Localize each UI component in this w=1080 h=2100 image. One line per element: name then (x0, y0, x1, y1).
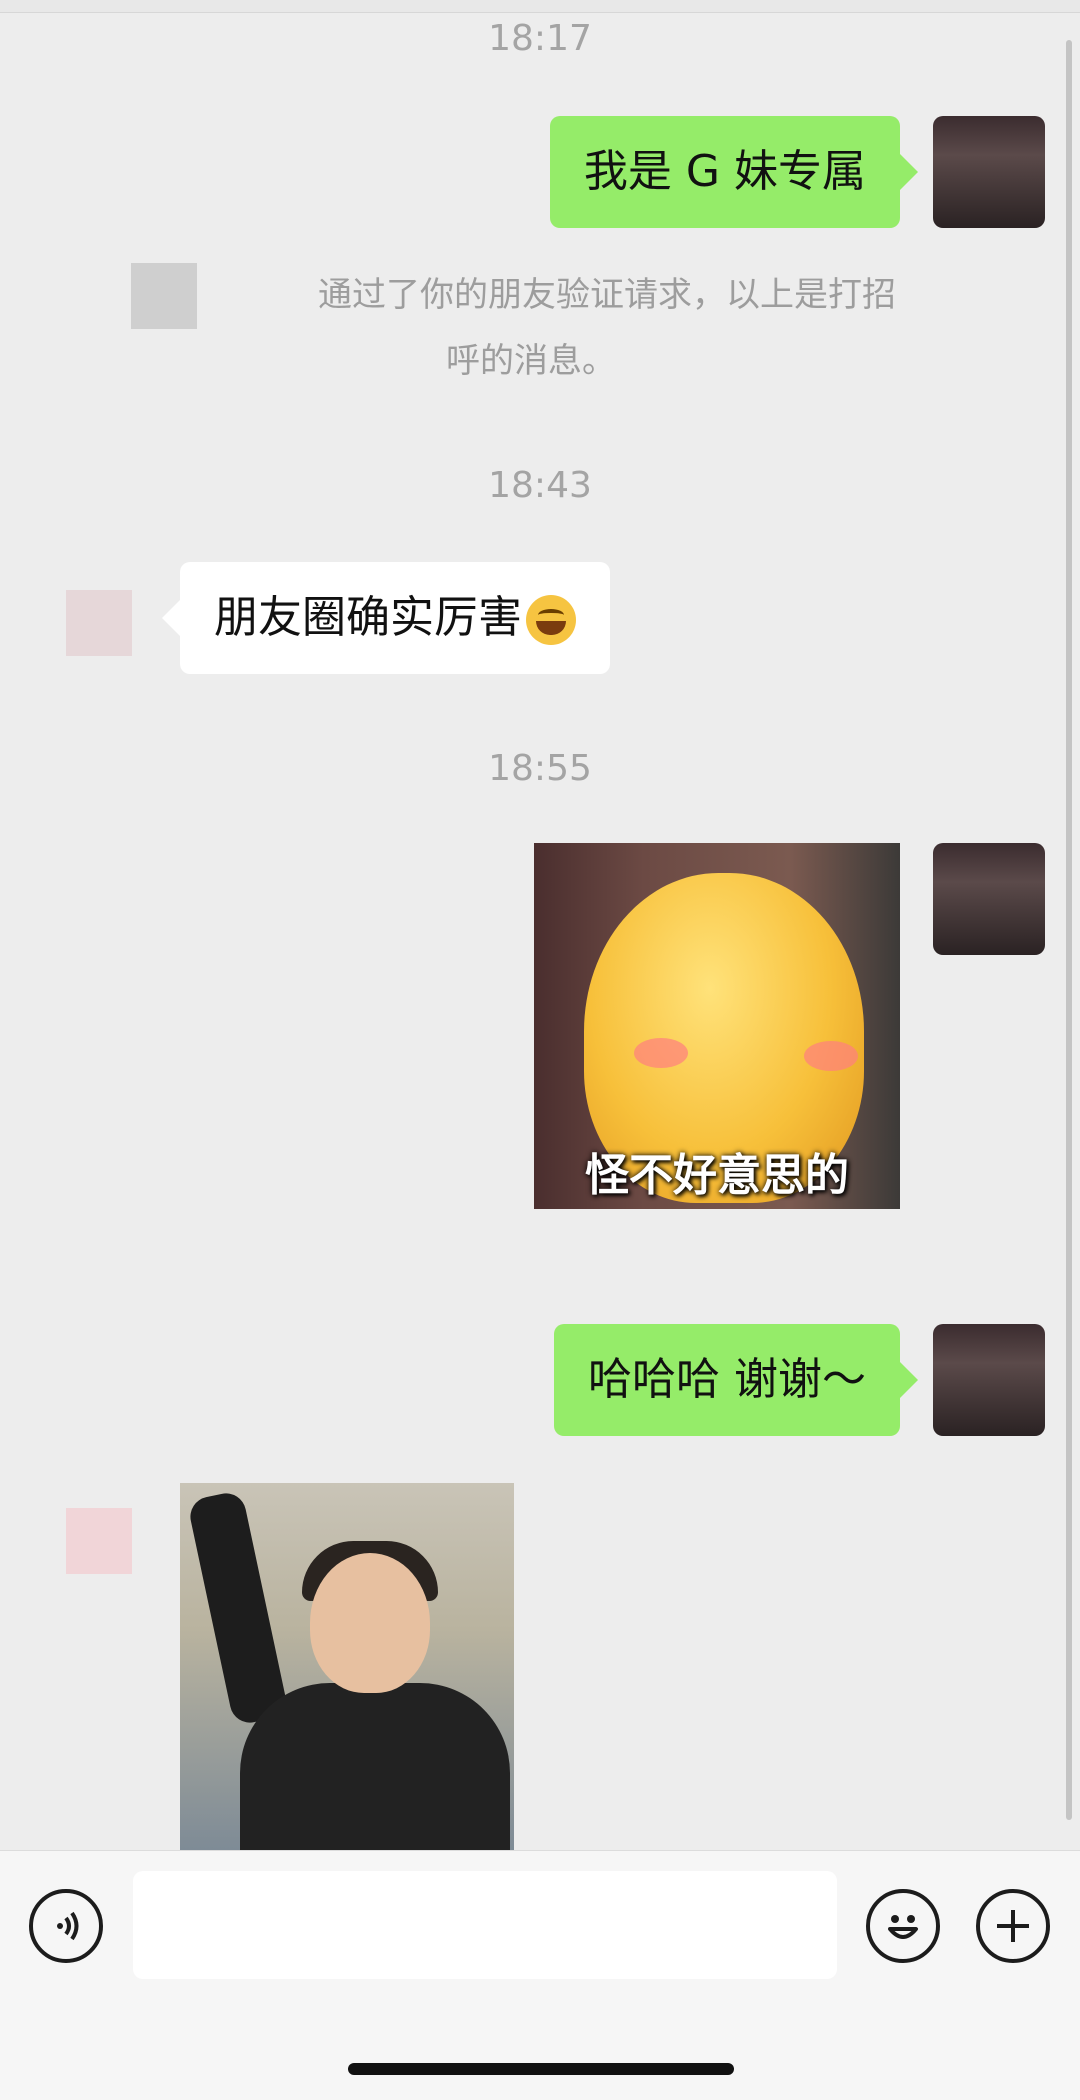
voice-icon (57, 1911, 79, 1941)
top-divider (0, 0, 1080, 13)
system-notice-line2: 呼的消息。 (446, 341, 616, 381)
plus-button[interactable] (976, 1889, 1050, 1963)
contact-avatar[interactable] (66, 1508, 132, 1574)
timestamp: 18:43 (488, 465, 592, 506)
photo-face (310, 1553, 430, 1693)
message-input[interactable] (133, 1871, 837, 1979)
sticker-blush-left (634, 1038, 688, 1068)
laughing-tears-emoji-icon (526, 595, 576, 645)
timestamp: 18:17 (488, 18, 592, 59)
smile-icon (888, 1915, 918, 1939)
sticker-message[interactable]: 怪不好意思的 (534, 843, 900, 1209)
message-text: 朋友圈确实厉害 (214, 592, 522, 643)
my-avatar[interactable] (933, 843, 1045, 955)
message-bubble-received[interactable]: 朋友圈确实厉害 (162, 562, 610, 674)
message-bubble-sent[interactable]: 我是 G 妹专属 (549, 116, 919, 228)
timestamp: 18:55 (488, 748, 592, 789)
sticker-caption: 怪不好意思的 (585, 1150, 849, 1201)
message-text: 哈哈哈 谢谢～ (588, 1354, 866, 1405)
home-indicator[interactable] (348, 2063, 734, 2075)
scrollbar[interactable] (1066, 40, 1072, 1820)
my-avatar[interactable] (933, 116, 1045, 228)
sticker-blush-right (804, 1041, 858, 1071)
message-bubble-sent[interactable]: 哈哈哈 谢谢～ (554, 1324, 918, 1436)
image-message[interactable] (180, 1483, 514, 1850)
message-text: 我是 G 妹专属 (583, 146, 866, 197)
contact-avatar-blurred (131, 263, 197, 329)
contact-avatar[interactable] (66, 590, 132, 656)
photo-arm (186, 1489, 290, 1727)
voice-button[interactable] (29, 1889, 103, 1963)
my-avatar[interactable] (933, 1324, 1045, 1436)
photo-body (240, 1683, 510, 1850)
plus-icon (997, 1910, 1029, 1942)
emoji-button[interactable] (866, 1889, 940, 1963)
system-notice-line1: 通过了你的朋友验证请求，以上是打招 (318, 275, 896, 315)
